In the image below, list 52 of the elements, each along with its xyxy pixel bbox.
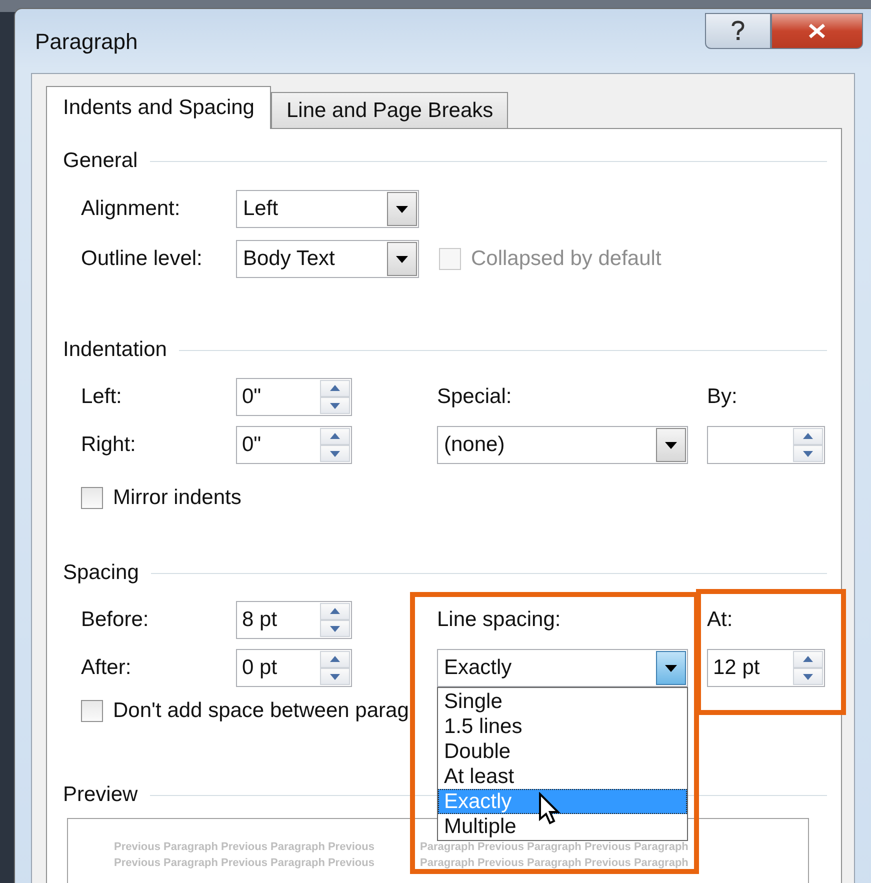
spinner-arrows-icon <box>793 428 823 462</box>
section-heading: Preview <box>63 783 138 807</box>
checkbox-label: Don't add space between parag <box>113 699 409 723</box>
tab[interactable]: Indents and Spacing <box>46 86 272 129</box>
dropdown-option[interactable]: 1.5 lines <box>438 714 687 739</box>
special-dropdown[interactable]: (none) <box>437 426 688 464</box>
outline-level-dropdown[interactable]: Body Text <box>236 240 419 278</box>
dropdown-option[interactable]: Single <box>438 689 687 714</box>
at-field[interactable]: 12 pt <box>707 649 825 687</box>
field-label: Special: <box>437 385 512 409</box>
checkbox[interactable] <box>81 700 103 722</box>
close-icon <box>807 23 827 39</box>
section-heading: Indentation <box>63 338 167 362</box>
by-field[interactable] <box>707 426 825 464</box>
right-indent-field[interactable]: 0" <box>236 426 352 464</box>
close-button[interactable] <box>771 13 863 49</box>
field-label: Alignment: <box>81 197 182 221</box>
before-spacing-field[interactable]: 8 pt <box>236 601 352 639</box>
field-label: Before: <box>81 608 150 632</box>
spinner-arrows-icon <box>320 380 350 414</box>
field-label: After: <box>81 656 132 680</box>
spinner-arrows-icon <box>320 428 350 462</box>
dropdown-option[interactable]: At least <box>438 764 687 789</box>
preview-text: Previous Paragraph Previous Paragraph Previous <box>114 840 376 855</box>
help-button[interactable] <box>705 13 771 49</box>
dropdown-option[interactable]: Double <box>438 739 687 764</box>
field-label: Left: <box>81 385 123 409</box>
field-label: Right: <box>81 433 137 457</box>
field-label: Outline level: <box>81 247 204 271</box>
after-spacing-field[interactable]: 0 pt <box>236 649 352 687</box>
tab[interactable]: Line and Page Breaks <box>271 92 508 128</box>
preview-text: Paragraph Previous Paragraph Previous Paragraph <box>420 856 688 871</box>
checkbox-label: Collapsed by default <box>471 247 662 271</box>
field-label: By: <box>707 385 738 409</box>
section-heading: Spacing <box>63 561 139 585</box>
pointer-icon <box>538 792 562 826</box>
spinner-arrows-icon <box>320 651 350 685</box>
help-icon <box>730 20 746 42</box>
preview-text: Paragraph Previous Paragraph Previous Paragraph <box>420 840 688 855</box>
checkbox-label: Mirror indents <box>113 486 242 510</box>
window-title: Paragraph <box>35 29 138 55</box>
checkbox[interactable] <box>81 487 103 509</box>
field-label: Line spacing: <box>437 608 561 632</box>
preview-text: Previous Paragraph Previous Paragraph Previous <box>114 856 376 871</box>
field-label: At: <box>707 608 733 632</box>
alignment-dropdown[interactable]: Left <box>236 190 419 228</box>
spinner-arrows-icon <box>793 651 823 685</box>
line-spacing-dropdown[interactable]: Exactly <box>437 649 688 687</box>
section-heading: General <box>63 149 138 173</box>
spinner-arrows-icon <box>320 603 350 637</box>
left-indent-field[interactable]: 0" <box>236 378 352 416</box>
dropdown-option[interactable]: Multiple <box>438 814 687 839</box>
